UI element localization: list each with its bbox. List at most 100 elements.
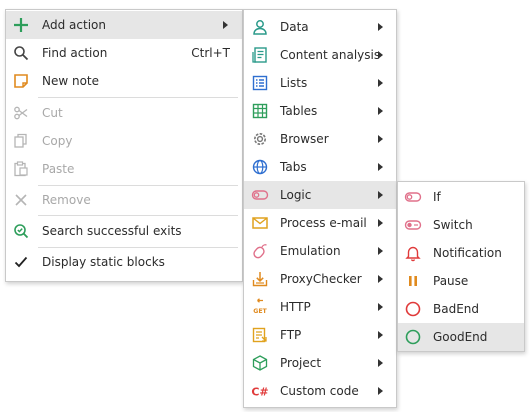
proxychecker-item[interactable]: ProxyChecker [244, 265, 396, 293]
submenu-arrow-icon [378, 303, 383, 311]
submenu-arrow-icon [378, 247, 383, 255]
table-icon [251, 102, 269, 120]
menu-separator [38, 97, 238, 98]
document-analysis-icon [251, 46, 269, 64]
submenu-arrow-icon [378, 359, 383, 367]
toggle-icon [404, 188, 422, 206]
submenu-arrow-icon [378, 275, 383, 283]
http-get-icon: GET [251, 298, 269, 316]
http-item[interactable]: GET HTTP [244, 293, 396, 321]
add-action-item[interactable]: Add action [6, 11, 242, 39]
ftp-label: FTP [280, 328, 302, 342]
ftp-icon [251, 326, 269, 344]
remove-item[interactable]: Remove [6, 186, 242, 214]
cube-icon [251, 354, 269, 372]
pause-label: Pause [433, 274, 469, 288]
ftp-item[interactable]: FTP [244, 321, 396, 349]
switch-icon [404, 216, 422, 234]
copy-icon [12, 132, 30, 150]
submenu-arrow-icon [378, 219, 383, 227]
tabs-label: Tabs [280, 160, 307, 174]
browser-item[interactable]: Browser [244, 125, 396, 153]
content-analysis-item[interactable]: Content analysis [244, 41, 396, 69]
bell-icon [404, 244, 422, 262]
new-note-item[interactable]: New note [6, 67, 242, 95]
find-action-shortcut: Ctrl+T [191, 46, 230, 60]
toggle-icon [251, 186, 269, 204]
clipboard-icon [12, 160, 30, 178]
scissors-icon [12, 104, 30, 122]
submenu-arrow-icon [378, 191, 383, 199]
copy-label: Copy [42, 134, 73, 148]
logic-label: Logic [280, 188, 312, 202]
tables-label: Tables [280, 104, 318, 118]
browser-label: Browser [280, 132, 329, 146]
notification-item[interactable]: Notification [398, 239, 524, 267]
search-check-icon [12, 222, 30, 240]
cut-item[interactable]: Cut [6, 99, 242, 127]
person-icon [251, 18, 269, 36]
tables-item[interactable]: Tables [244, 97, 396, 125]
submenu-arrow-icon [223, 21, 228, 29]
note-icon [12, 72, 30, 90]
switch-label: Switch [433, 218, 473, 232]
csharp-icon: C# [251, 382, 269, 400]
badend-label: BadEnd [433, 302, 480, 316]
process-email-item[interactable]: Process e-mail [244, 209, 396, 237]
globe-icon [251, 158, 269, 176]
gear-icon [251, 130, 269, 148]
emulation-item[interactable]: Emulation [244, 237, 396, 265]
csharp-badge-text: C# [251, 386, 268, 399]
logic-item[interactable]: Logic [244, 181, 396, 209]
logic-submenu: If Switch Notification Pause BadEnd Good… [397, 181, 525, 352]
goodend-label: GoodEnd [433, 330, 488, 344]
proxychecker-label: ProxyChecker [280, 272, 362, 286]
custom-code-item[interactable]: C# Custom code [244, 377, 396, 405]
display-static-blocks-item[interactable]: Display static blocks [6, 248, 242, 276]
add-action-submenu: Data Content analysis Lists Tables Brows… [243, 9, 397, 408]
list-icon [251, 74, 269, 92]
remove-label: Remove [42, 193, 91, 207]
emulation-label: Emulation [280, 244, 341, 258]
lists-item[interactable]: Lists [244, 69, 396, 97]
paste-item[interactable]: Paste [6, 155, 242, 183]
green-circle-icon [404, 328, 422, 346]
if-item[interactable]: If [398, 183, 524, 211]
project-item[interactable]: Project [244, 349, 396, 377]
search-successful-exits-item[interactable]: Search successful exits [6, 217, 242, 245]
switch-item[interactable]: Switch [398, 211, 524, 239]
pause-item[interactable]: Pause [398, 267, 524, 295]
pause-icon [404, 272, 422, 290]
project-label: Project [280, 356, 322, 370]
checkmark-icon [12, 253, 30, 271]
add-action-label: Add action [42, 18, 106, 32]
http-label: HTTP [280, 300, 311, 314]
tabs-item[interactable]: Tabs [244, 153, 396, 181]
search-icon [12, 44, 30, 62]
lists-label: Lists [280, 76, 308, 90]
notification-label: Notification [433, 246, 502, 260]
data-item[interactable]: Data [244, 13, 396, 41]
close-icon [12, 191, 30, 209]
submenu-arrow-icon [378, 79, 383, 87]
cut-label: Cut [42, 106, 63, 120]
copy-item[interactable]: Copy [6, 127, 242, 155]
paste-label: Paste [42, 162, 75, 176]
find-action-item[interactable]: Find action Ctrl+T [6, 39, 242, 67]
submenu-arrow-icon [378, 51, 383, 59]
envelope-icon [251, 214, 269, 232]
process-email-label: Process e-mail [280, 216, 367, 230]
mouse-icon [251, 242, 269, 260]
custom-code-label: Custom code [280, 384, 359, 398]
display-static-blocks-label: Display static blocks [42, 255, 165, 269]
submenu-arrow-icon [378, 135, 383, 143]
data-label: Data [280, 20, 309, 34]
new-note-label: New note [42, 74, 100, 88]
goodend-item[interactable]: GoodEnd [398, 323, 524, 351]
if-label: If [433, 190, 441, 204]
badend-item[interactable]: BadEnd [398, 295, 524, 323]
find-action-label: Find action [42, 46, 108, 60]
search-successful-exits-label: Search successful exits [42, 224, 182, 238]
context-menu: Add action Find action Ctrl+T New note C… [5, 9, 243, 282]
content-analysis-label: Content analysis [280, 48, 381, 62]
